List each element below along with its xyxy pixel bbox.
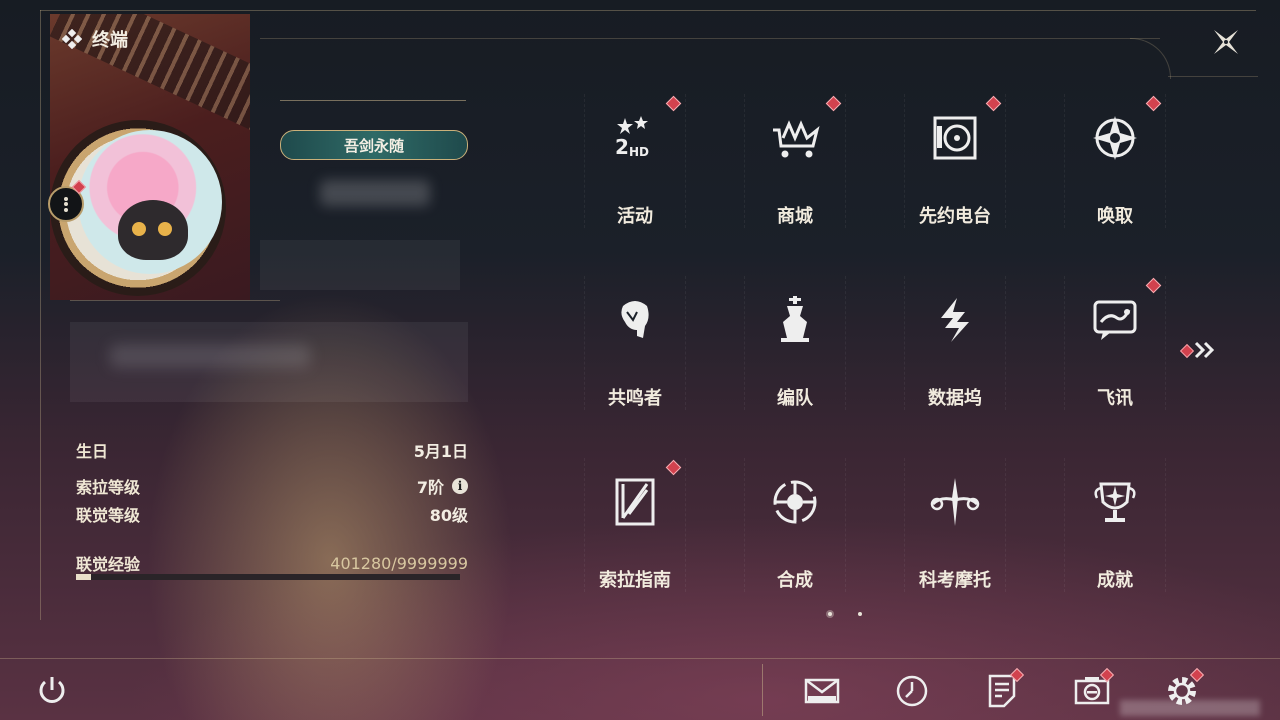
menu-item-convene[interactable]: 唤取	[1064, 94, 1166, 228]
frame-line	[1168, 76, 1258, 77]
radio-icon	[933, 116, 977, 160]
menu-item-label: 索拉指南	[599, 570, 671, 591]
notification-badge	[665, 459, 682, 476]
resonator-icon	[621, 301, 649, 338]
menu-item-label: 飞讯	[1097, 388, 1133, 409]
page-title: 终端	[92, 30, 128, 51]
data-bank-icon	[941, 298, 969, 342]
info-icon[interactable]: i	[452, 478, 468, 494]
next-page-button[interactable]	[1179, 338, 1220, 362]
frame-line	[260, 38, 1160, 39]
notification-badge	[1145, 95, 1162, 112]
menu-item-resonators[interactable]: 共鸣者	[584, 276, 686, 410]
stat-union-level: 联觉等级 80级	[76, 502, 468, 526]
stat-value: 80级	[429, 506, 468, 525]
stat-label: 索拉等级	[76, 478, 141, 497]
power-button[interactable]	[34, 672, 70, 708]
page-dot[interactable]	[858, 612, 862, 616]
menu-item-synthesis[interactable]: 合成	[744, 458, 846, 592]
menu-item-label: 活动	[617, 206, 653, 227]
bottom-bar-divider	[0, 658, 1280, 659]
notification-badge	[1145, 277, 1162, 294]
stat-label: 生日	[76, 442, 109, 461]
menu-item-guidebook[interactable]: 索拉指南	[584, 458, 686, 592]
menu-item-messages[interactable]: 飞讯	[1064, 276, 1166, 410]
watermark-blurred	[1120, 700, 1260, 716]
menu-item-label: 合成	[777, 570, 813, 591]
menu-item-label: 共鸣者	[608, 388, 662, 409]
stat-sola-level: 索拉等级 7阶 i	[76, 474, 468, 498]
menu-item-label: 商城	[777, 206, 813, 227]
stat-value-wrap: 7阶 i	[417, 474, 468, 498]
stat-union-exp: 联觉经验 401280/9999999	[76, 551, 468, 575]
clock-icon	[896, 675, 928, 707]
shop-cart-icon	[773, 120, 820, 158]
svg-text:2: 2	[615, 135, 629, 159]
synthesis-icon	[773, 480, 817, 524]
divider	[280, 100, 466, 101]
stat-value: 401280/9999999	[330, 553, 468, 573]
menu-item-label: 唤取	[1097, 206, 1133, 227]
avatar[interactable]	[78, 130, 222, 274]
svg-text:HD: HD	[629, 145, 649, 159]
clock-button[interactable]	[892, 670, 932, 710]
motorcycle-icon	[930, 478, 980, 526]
stat-value: 7阶	[416, 478, 444, 497]
page-header: 终端	[62, 26, 128, 52]
menu-item-shop[interactable]: 商城	[744, 94, 846, 228]
menu-item-label: 科考摩托	[919, 570, 991, 591]
divider	[70, 300, 280, 301]
guidebook-icon	[615, 478, 655, 526]
page-dot-active[interactable]	[828, 612, 832, 616]
exp-progress-fill	[76, 574, 92, 580]
menu-item-label: 编队	[777, 388, 813, 409]
stat-label: 联觉经验	[76, 555, 141, 574]
exp-progress-bar	[76, 574, 460, 580]
mail-icon	[804, 678, 840, 704]
camera-button[interactable]	[1072, 667, 1115, 710]
convene-icon	[1093, 116, 1137, 160]
notification-badge	[665, 95, 682, 112]
page-indicator	[828, 612, 862, 616]
notification-badge	[825, 95, 842, 112]
close-button[interactable]	[1206, 22, 1246, 62]
stat-value: 5月1日	[413, 442, 468, 461]
bottom-bar-separator	[762, 664, 763, 716]
frame-line	[40, 10, 1256, 11]
title-badge-label: 吾剑永随	[343, 136, 404, 155]
power-icon	[39, 677, 65, 703]
mail-button[interactable]	[802, 670, 842, 710]
terminal-diamond-icon	[62, 29, 82, 49]
frame-line	[40, 10, 41, 620]
frame-corner	[1130, 38, 1171, 79]
stat-birthday: 生日 5月1日	[76, 438, 468, 462]
menu-item-motorcycle[interactable]: 科考摩托	[904, 458, 1006, 592]
close-icon	[1214, 30, 1238, 54]
title-badge[interactable]: 吾剑永随	[280, 130, 468, 160]
notification-badge	[985, 95, 1002, 112]
trophy-icon	[1094, 482, 1136, 522]
event-2hd-icon: 2 HD	[615, 116, 649, 159]
stat-label: 联觉等级	[76, 506, 141, 525]
player-name-blurred	[320, 180, 430, 206]
menu-item-data-bank[interactable]: 数据坞	[904, 276, 1006, 410]
menu-item-activity[interactable]: 2 HD 活动	[584, 94, 686, 228]
signature-box-blurred[interactable]	[70, 322, 468, 402]
menu-item-label: 先约电台	[919, 206, 991, 227]
message-icon	[1093, 300, 1137, 340]
avatar-cat-art	[118, 200, 188, 260]
player-id-blurred	[260, 240, 460, 290]
notice-button[interactable]	[982, 667, 1025, 710]
team-chess-icon	[781, 296, 809, 342]
menu-item-achievements[interactable]: 成就	[1064, 458, 1166, 592]
menu-item-label: 成就	[1097, 570, 1133, 591]
menu-item-team[interactable]: 编队	[744, 276, 846, 410]
menu-item-radio[interactable]: 先约电台	[904, 94, 1006, 228]
menu-item-label: 数据坞	[928, 388, 982, 409]
